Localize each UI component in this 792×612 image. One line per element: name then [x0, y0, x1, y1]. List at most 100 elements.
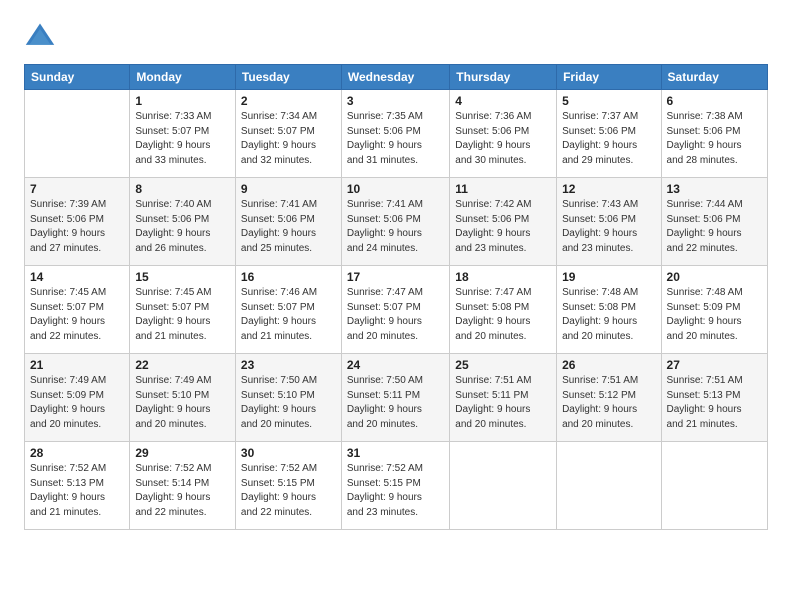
day-number: 1 [135, 94, 230, 108]
day-info: Sunrise: 7:40 AMSunset: 5:06 PMDaylight:… [135, 198, 230, 256]
day-number: 7 [30, 182, 124, 196]
day-info: Sunrise: 7:46 AMSunset: 5:07 PMDaylight:… [241, 286, 336, 344]
day-number: 28 [30, 446, 124, 460]
calendar-header-wednesday: Wednesday [341, 65, 449, 90]
calendar-cell: 10 Sunrise: 7:41 AMSunset: 5:06 PMDayligh… [341, 178, 449, 266]
calendar-cell: 24 Sunrise: 7:50 AMSunset: 5:11 PMDayligh… [341, 354, 449, 442]
day-number: 4 [455, 94, 551, 108]
day-number: 9 [241, 182, 336, 196]
day-number: 13 [667, 182, 762, 196]
calendar-cell: 5 Sunrise: 7:37 AMSunset: 5:06 PMDaylight… [557, 90, 661, 178]
day-number: 10 [347, 182, 444, 196]
day-number: 3 [347, 94, 444, 108]
day-number: 25 [455, 358, 551, 372]
calendar-cell: 15 Sunrise: 7:45 AMSunset: 5:07 PMDayligh… [130, 266, 236, 354]
calendar-cell: 22 Sunrise: 7:49 AMSunset: 5:10 PMDayligh… [130, 354, 236, 442]
day-number: 29 [135, 446, 230, 460]
calendar-cell: 23 Sunrise: 7:50 AMSunset: 5:10 PMDayligh… [235, 354, 341, 442]
day-number: 24 [347, 358, 444, 372]
day-number: 19 [562, 270, 655, 284]
day-number: 18 [455, 270, 551, 284]
calendar-cell: 12 Sunrise: 7:43 AMSunset: 5:06 PMDayligh… [557, 178, 661, 266]
day-number: 15 [135, 270, 230, 284]
calendar-cell [450, 442, 557, 530]
calendar-cell: 7 Sunrise: 7:39 AMSunset: 5:06 PMDaylight… [25, 178, 130, 266]
calendar-week-4: 21Sunrise: 7:49 AMSunset: 5:09 PMDayligh… [25, 354, 768, 442]
calendar-header-thursday: Thursday [450, 65, 557, 90]
day-info: Sunrise: 7:44 AMSunset: 5:06 PMDaylight:… [667, 198, 762, 256]
day-number: 11 [455, 182, 551, 196]
day-info: Sunrise: 7:47 AMSunset: 5:07 PMDaylight:… [347, 286, 444, 344]
day-info: Sunrise: 7:45 AMSunset: 5:07 PMDaylight:… [135, 286, 230, 344]
calendar-cell: 28 Sunrise: 7:52 AMSunset: 5:13 PMDayligh… [25, 442, 130, 530]
day-number: 12 [562, 182, 655, 196]
calendar-cell: 11 Sunrise: 7:42 AMSunset: 5:06 PMDayligh… [450, 178, 557, 266]
day-info: Sunrise: 7:38 AMSunset: 5:06 PMDaylight:… [667, 110, 762, 168]
calendar-cell: 4 Sunrise: 7:36 AMSunset: 5:06 PMDaylight… [450, 90, 557, 178]
day-info: Sunrise: 7:49 AMSunset: 5:10 PMDaylight:… [135, 374, 230, 432]
calendar-cell: 16 Sunrise: 7:46 AMSunset: 5:07 PMDayligh… [235, 266, 341, 354]
day-number: 2 [241, 94, 336, 108]
day-info: Sunrise: 7:42 AMSunset: 5:06 PMDaylight:… [455, 198, 551, 256]
day-number: 27 [667, 358, 762, 372]
day-info: Sunrise: 7:47 AMSunset: 5:08 PMDaylight:… [455, 286, 551, 344]
calendar-header-saturday: Saturday [661, 65, 767, 90]
day-info: Sunrise: 7:36 AMSunset: 5:06 PMDaylight:… [455, 110, 551, 168]
calendar-cell: 8Sunrise: 7:40 AMSunset: 5:06 PMDaylight… [130, 178, 236, 266]
day-info: Sunrise: 7:51 AMSunset: 5:13 PMDaylight:… [667, 374, 762, 432]
calendar-cell: 27 Sunrise: 7:51 AMSunset: 5:13 PMDayligh… [661, 354, 767, 442]
calendar-cell [661, 442, 767, 530]
calendar-cell: 19 Sunrise: 7:48 AMSunset: 5:08 PMDayligh… [557, 266, 661, 354]
calendar-week-3: 14 Sunrise: 7:45 AMSunset: 5:07 PMDayligh… [25, 266, 768, 354]
calendar: SundayMondayTuesdayWednesdayThursdayFrid… [24, 64, 768, 530]
day-info: Sunrise: 7:52 AMSunset: 5:14 PMDaylight:… [135, 462, 230, 520]
day-info: Sunrise: 7:52 AMSunset: 5:13 PMDaylight:… [30, 462, 124, 520]
day-info: Sunrise: 7:37 AMSunset: 5:06 PMDaylight:… [562, 110, 655, 168]
calendar-header-tuesday: Tuesday [235, 65, 341, 90]
calendar-cell: 17Sunrise: 7:47 AMSunset: 5:07 PMDayligh… [341, 266, 449, 354]
logo-icon [24, 20, 56, 52]
calendar-cell: 29 Sunrise: 7:52 AMSunset: 5:14 PMDayligh… [130, 442, 236, 530]
page: SundayMondayTuesdayWednesdayThursdayFrid… [0, 0, 792, 612]
day-info: Sunrise: 7:45 AMSunset: 5:07 PMDaylight:… [30, 286, 124, 344]
day-info: Sunrise: 7:49 AMSunset: 5:09 PMDaylight:… [30, 374, 124, 432]
day-info: Sunrise: 7:50 AMSunset: 5:10 PMDaylight:… [241, 374, 336, 432]
calendar-header-friday: Friday [557, 65, 661, 90]
day-info: Sunrise: 7:34 AMSunset: 5:07 PMDaylight:… [241, 110, 336, 168]
day-number: 5 [562, 94, 655, 108]
day-number: 30 [241, 446, 336, 460]
day-info: Sunrise: 7:48 AMSunset: 5:08 PMDaylight:… [562, 286, 655, 344]
calendar-cell: 31 Sunrise: 7:52 AMSunset: 5:15 PMDayligh… [341, 442, 449, 530]
day-number: 22 [135, 358, 230, 372]
day-number: 23 [241, 358, 336, 372]
calendar-cell: 13 Sunrise: 7:44 AMSunset: 5:06 PMDayligh… [661, 178, 767, 266]
day-number: 14 [30, 270, 124, 284]
day-info: Sunrise: 7:52 AMSunset: 5:15 PMDaylight:… [241, 462, 336, 520]
day-number: 16 [241, 270, 336, 284]
calendar-cell: 3Sunrise: 7:35 AMSunset: 5:06 PMDaylight… [341, 90, 449, 178]
calendar-cell: 21Sunrise: 7:49 AMSunset: 5:09 PMDayligh… [25, 354, 130, 442]
calendar-week-1: 1Sunrise: 7:33 AMSunset: 5:07 PMDaylight… [25, 90, 768, 178]
calendar-cell: 18 Sunrise: 7:47 AMSunset: 5:08 PMDayligh… [450, 266, 557, 354]
day-info: Sunrise: 7:39 AMSunset: 5:06 PMDaylight:… [30, 198, 124, 256]
day-info: Sunrise: 7:41 AMSunset: 5:06 PMDaylight:… [347, 198, 444, 256]
day-number: 31 [347, 446, 444, 460]
day-info: Sunrise: 7:50 AMSunset: 5:11 PMDaylight:… [347, 374, 444, 432]
calendar-week-5: 28 Sunrise: 7:52 AMSunset: 5:13 PMDayligh… [25, 442, 768, 530]
calendar-cell [557, 442, 661, 530]
day-info: Sunrise: 7:41 AMSunset: 5:06 PMDaylight:… [241, 198, 336, 256]
calendar-week-2: 7 Sunrise: 7:39 AMSunset: 5:06 PMDaylight… [25, 178, 768, 266]
day-info: Sunrise: 7:52 AMSunset: 5:15 PMDaylight:… [347, 462, 444, 520]
day-info: Sunrise: 7:48 AMSunset: 5:09 PMDaylight:… [667, 286, 762, 344]
day-number: 26 [562, 358, 655, 372]
logo [24, 20, 60, 52]
calendar-cell: 26Sunrise: 7:51 AMSunset: 5:12 PMDayligh… [557, 354, 661, 442]
day-number: 6 [667, 94, 762, 108]
calendar-header-monday: Monday [130, 65, 236, 90]
calendar-cell: 14 Sunrise: 7:45 AMSunset: 5:07 PMDayligh… [25, 266, 130, 354]
calendar-header-row: SundayMondayTuesdayWednesdayThursdayFrid… [25, 65, 768, 90]
calendar-cell: 6 Sunrise: 7:38 AMSunset: 5:06 PMDaylight… [661, 90, 767, 178]
calendar-cell: 9 Sunrise: 7:41 AMSunset: 5:06 PMDaylight… [235, 178, 341, 266]
calendar-header-sunday: Sunday [25, 65, 130, 90]
day-info: Sunrise: 7:43 AMSunset: 5:06 PMDaylight:… [562, 198, 655, 256]
